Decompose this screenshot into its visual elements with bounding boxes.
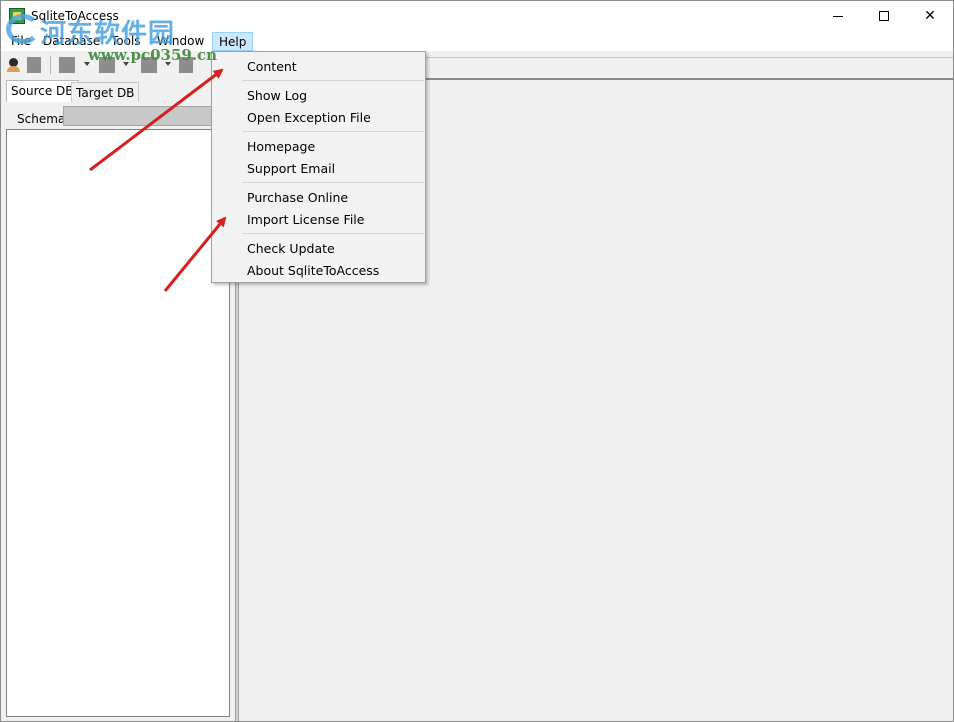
menu-separator	[242, 182, 424, 183]
watermark-logo-icon	[6, 14, 40, 44]
toolbar-separator	[50, 56, 51, 74]
app-window: SqliteToAccess ✕ File Database Tools Win…	[0, 0, 954, 722]
help-menu-dropdown: Content Show Log Open Exception File Hom…	[211, 51, 426, 283]
menu-separator	[242, 80, 424, 81]
watermark-url: www.pc0359.cn	[88, 46, 218, 64]
menu-item-open-exception-file[interactable]: Open Exception File	[213, 106, 424, 128]
minimize-button[interactable]	[815, 1, 861, 31]
menu-separator	[242, 233, 424, 234]
menu-item-about[interactable]: About SqliteToAccess	[213, 259, 424, 281]
toolbar-button-icon[interactable]	[59, 57, 75, 73]
minimize-icon	[833, 15, 843, 17]
menu-item-support-email[interactable]: Support Email	[213, 157, 424, 179]
tab-target-db[interactable]: Target DB	[71, 82, 140, 102]
schema-tree[interactable]	[6, 129, 230, 717]
menu-separator	[242, 131, 424, 132]
schema-label: Schema	[17, 112, 66, 126]
tab-source-db[interactable]: Source DB	[6, 80, 79, 102]
menu-item-homepage[interactable]: Homepage	[213, 135, 424, 157]
close-button[interactable]: ✕	[907, 1, 953, 31]
menu-item-import-license-file[interactable]: Import License File	[213, 208, 424, 230]
left-panel: Source DB Target DB Schema	[1, 78, 235, 721]
maximize-button[interactable]	[861, 1, 907, 31]
menu-item-content[interactable]: Content	[213, 55, 424, 77]
schema-select[interactable]	[63, 106, 233, 126]
maximize-icon	[879, 11, 889, 21]
menu-item-check-update[interactable]: Check Update	[213, 237, 424, 259]
close-icon: ✕	[924, 8, 936, 24]
toolbar-button-icon[interactable]	[27, 57, 41, 73]
user-icon[interactable]	[6, 57, 22, 73]
menu-help[interactable]: Help	[212, 32, 254, 51]
menu-item-show-log[interactable]: Show Log	[213, 84, 424, 106]
menu-item-purchase-online[interactable]: Purchase Online	[213, 186, 424, 208]
watermark-text: 河东软件园	[40, 19, 176, 49]
